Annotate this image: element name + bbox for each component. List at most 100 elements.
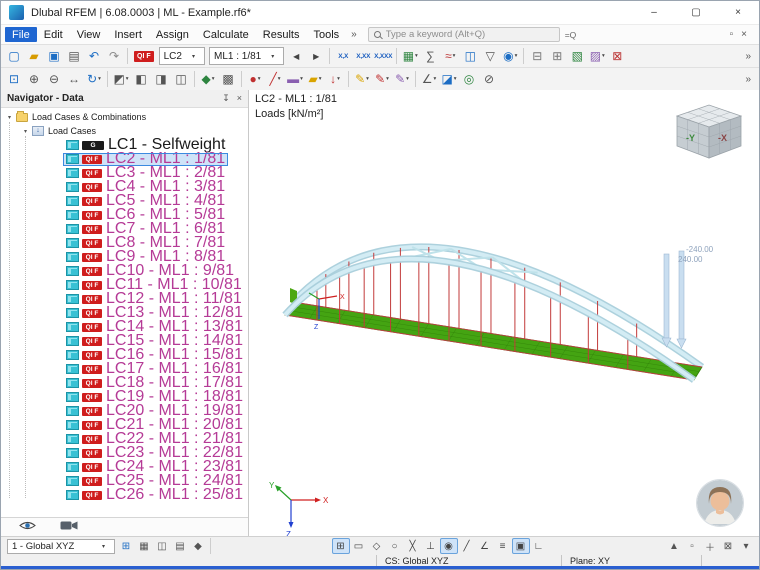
visibility-eye-icon[interactable] bbox=[19, 518, 36, 536]
edit-purple-pencil-icon[interactable]: ✎ ▾ bbox=[392, 70, 412, 89]
sections-icon[interactable]: ⊟ bbox=[527, 47, 547, 66]
camera-views-icon[interactable] bbox=[60, 518, 78, 536]
menu-insert[interactable]: Insert bbox=[107, 27, 149, 42]
display-options-icon[interactable]: ▧ bbox=[567, 47, 587, 66]
panels-icon[interactable]: ⊠ bbox=[607, 47, 627, 66]
coordinate-system-combobox[interactable]: 1 - Global XYZ ▾ bbox=[7, 538, 115, 554]
undo-icon[interactable]: ↶ bbox=[84, 47, 104, 66]
visibility-icon[interactable]: ◉ ▾ bbox=[500, 47, 520, 66]
minimize-button[interactable]: – bbox=[633, 1, 675, 24]
select-mode-icon[interactable]: ▲ bbox=[665, 538, 683, 554]
collapse-caret-icon[interactable]: ▾ bbox=[21, 128, 30, 135]
grid-settings-icon[interactable]: ▦ bbox=[135, 538, 153, 554]
snap-perpendicular-icon[interactable]: ⊥ bbox=[422, 538, 440, 554]
save-model-icon[interactable]: ▣ bbox=[44, 47, 64, 66]
guidelines-icon[interactable]: ≡ bbox=[494, 538, 512, 554]
search-options-icon[interactable]: =Q bbox=[565, 30, 577, 40]
search-box[interactable] bbox=[367, 27, 560, 42]
toolbar-overflow-chevron[interactable]: » bbox=[740, 51, 756, 62]
ortho-mode-icon[interactable]: ∟ bbox=[530, 538, 548, 554]
results-icon[interactable]: ≈ ▾ bbox=[440, 47, 460, 66]
view-y-icon[interactable]: ◨ bbox=[151, 70, 171, 89]
decimals-3-icon[interactable]: X,XXX bbox=[373, 47, 393, 66]
tree-node-load-cases-combinations[interactable]: ▾ Load Cases & Combinations bbox=[1, 110, 248, 124]
new-surface-icon[interactable]: ▰ ▾ bbox=[305, 70, 325, 89]
tree-node-load-cases[interactable]: ▾ Load Cases bbox=[1, 124, 248, 138]
snap-grid-icon[interactable]: ⊞ bbox=[331, 538, 350, 554]
user-avatar[interactable] bbox=[697, 480, 743, 526]
zoom-in-icon[interactable]: ⊕ bbox=[24, 70, 44, 89]
maximize-button[interactable]: ▢ bbox=[675, 1, 717, 24]
decimals-2-icon[interactable]: X,XX bbox=[353, 47, 373, 66]
new-model-icon[interactable]: ▢ bbox=[4, 47, 24, 66]
close-panel-icon[interactable]: × bbox=[237, 93, 242, 104]
grid-view-icon[interactable]: ⊞ bbox=[547, 47, 567, 66]
visibility-mode-icon[interactable]: ◎ bbox=[459, 70, 479, 89]
decimals-1-icon[interactable]: X,X bbox=[333, 47, 353, 66]
snap-midpoint-icon[interactable]: ◇ bbox=[368, 538, 386, 554]
edit-yellow-pencil-icon[interactable]: ✎ ▾ bbox=[352, 70, 372, 89]
previous-load-case-button[interactable]: ◀ bbox=[286, 47, 306, 66]
dock-panel-icon[interactable]: ↧ bbox=[222, 93, 230, 104]
lock-view-icon[interactable]: ⊠ bbox=[719, 538, 737, 554]
new-member-icon[interactable]: ▬ ▾ bbox=[285, 70, 305, 89]
plane-yz-icon[interactable]: ▤ bbox=[171, 538, 189, 554]
load-case-row[interactable]: QI F LC26 - ML1 : 25/81 bbox=[1, 486, 248, 503]
zoom-window-icon[interactable]: ⊡ bbox=[4, 70, 24, 89]
moving-load-combobox[interactable]: ML1 : 1/81 ▾ bbox=[208, 47, 285, 65]
new-load-icon[interactable]: ↓ ▾ bbox=[325, 70, 345, 89]
tables-icon[interactable]: ▦ ▾ bbox=[400, 47, 420, 66]
notes-icon[interactable]: ▨ ▾ bbox=[587, 47, 607, 66]
view-z-icon[interactable]: ◫ bbox=[171, 70, 191, 89]
float-panel-icon[interactable]: ▫ bbox=[730, 29, 734, 40]
filter-icon[interactable]: ▽ bbox=[480, 47, 500, 66]
new-line-icon[interactable]: ╱ ▾ bbox=[265, 70, 285, 89]
clipping-icon[interactable]: ⊘ bbox=[479, 70, 499, 89]
snap-intersection-icon[interactable]: ╳ bbox=[404, 538, 422, 554]
edit-red-pencil-icon[interactable]: ✎ ▾ bbox=[372, 70, 392, 89]
menu-assign[interactable]: Assign bbox=[149, 27, 196, 42]
snap-nearest-icon[interactable]: ╱ bbox=[458, 538, 476, 554]
menu-file[interactable]: File bbox=[5, 27, 37, 42]
toolbar-overflow-chevron[interactable]: » bbox=[740, 74, 756, 85]
origin-icon[interactable]: ◆ bbox=[189, 538, 207, 554]
move-mode-icon[interactable]: ＋ bbox=[701, 538, 719, 554]
menu-overflow-chevron[interactable]: » bbox=[346, 29, 362, 40]
plane-xy-icon[interactable]: ◫ bbox=[153, 538, 171, 554]
redo-icon[interactable]: ↷ bbox=[104, 47, 124, 66]
object-snap-icon[interactable]: ▣ bbox=[511, 538, 530, 554]
menu-view[interactable]: View bbox=[70, 27, 108, 42]
render-mode-icon[interactable]: ◆ ▾ bbox=[198, 70, 218, 89]
next-load-case-button[interactable]: ▶ bbox=[306, 47, 326, 66]
rotate-view-icon[interactable]: ↻ ▾ bbox=[84, 70, 104, 89]
load-case-combobox[interactable]: LC2 ▾ bbox=[158, 47, 205, 65]
menu-calculate[interactable]: Calculate bbox=[196, 27, 256, 42]
calculation-icon[interactable]: ∑ bbox=[420, 47, 440, 66]
menu-results[interactable]: Results bbox=[256, 27, 307, 42]
menu-edit[interactable]: Edit bbox=[37, 27, 70, 42]
search-input[interactable] bbox=[385, 29, 554, 40]
display-properties-icon[interactable]: ▩ bbox=[218, 70, 238, 89]
model-viewport[interactable]: -240.00 240.00 X Z X Y Z LC2 - ML1: 1/8… bbox=[249, 90, 759, 536]
isometric-view-icon[interactable]: ◩ ▾ bbox=[111, 70, 131, 89]
snap-tangent-icon[interactable]: ◉ bbox=[439, 538, 458, 554]
pan-view-icon[interactable]: ↔ bbox=[64, 70, 84, 89]
load-table-icon[interactable]: ◫ bbox=[460, 47, 480, 66]
box-select-icon[interactable]: ▫ bbox=[683, 538, 701, 554]
close-panel-icon[interactable]: × bbox=[741, 29, 747, 40]
view-x-icon[interactable]: ◧ bbox=[131, 70, 151, 89]
more-options-icon[interactable]: ▾ bbox=[737, 538, 755, 554]
work-plane-icon[interactable]: ⊞ bbox=[117, 538, 135, 554]
open-model-icon[interactable]: ▰ bbox=[24, 47, 44, 66]
section-icon[interactable]: ◪ ▾ bbox=[439, 70, 459, 89]
menu-tools[interactable]: Tools bbox=[306, 27, 346, 42]
close-button[interactable]: × bbox=[717, 1, 759, 24]
navigation-cube[interactable]: -Y -X bbox=[659, 100, 751, 172]
snap-center-icon[interactable]: ○ bbox=[386, 538, 404, 554]
collapse-caret-icon[interactable]: ▾ bbox=[5, 114, 14, 121]
zoom-out-icon[interactable]: ⊖ bbox=[44, 70, 64, 89]
measure-icon[interactable]: ∠ ▾ bbox=[419, 70, 439, 89]
print-icon[interactable]: ▤ bbox=[64, 47, 84, 66]
snap-endpoint-icon[interactable]: ▭ bbox=[350, 538, 368, 554]
new-node-icon[interactable]: ● ▾ bbox=[245, 70, 265, 89]
